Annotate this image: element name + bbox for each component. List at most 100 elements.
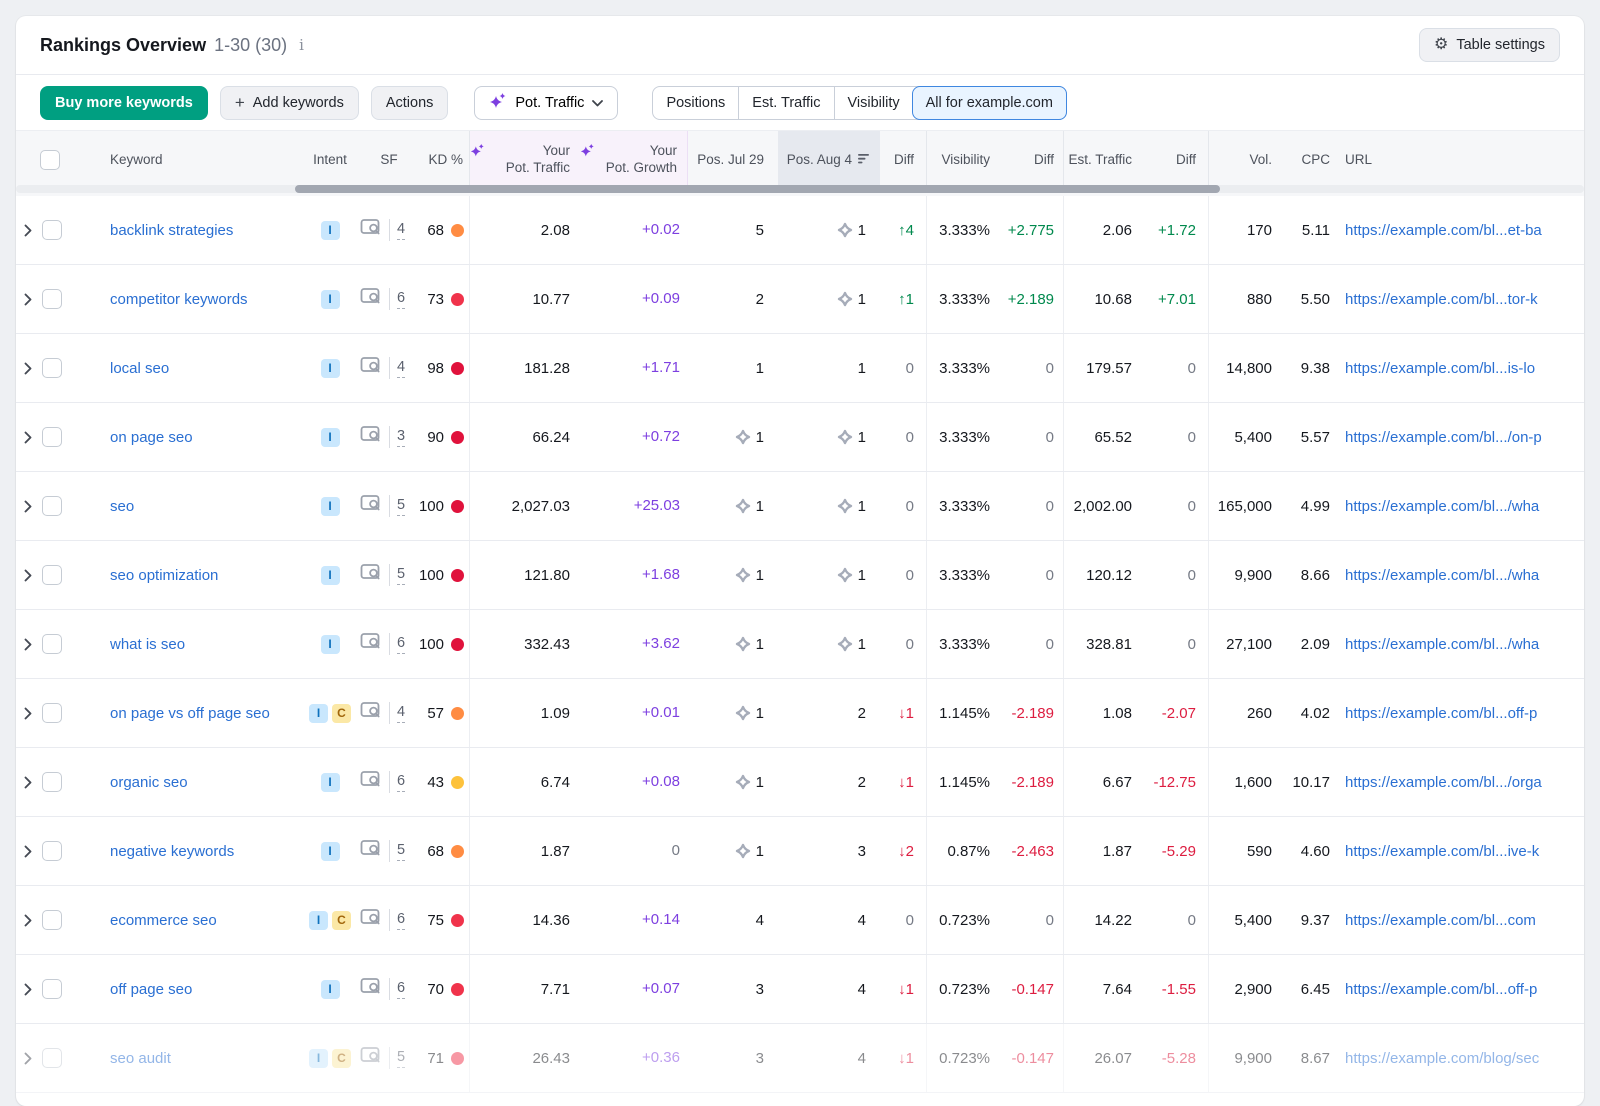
url-link[interactable]: https://example.com/bl...et-ba [1333,222,1584,239]
row-expand-button[interactable] [16,1024,40,1092]
url-link[interactable]: https://example.com/bl.../wha [1333,636,1584,653]
visibility-diff-cell: +2.775 [1002,196,1064,264]
keyword-link[interactable]: seo [100,498,305,515]
row-checkbox[interactable] [42,427,62,447]
row-expand-button[interactable] [16,955,40,1023]
sf-count[interactable]: 4 [397,220,405,240]
url-link[interactable]: https://example.com/bl...tor-k [1333,291,1584,308]
sf-count[interactable]: 5 [397,565,405,585]
row-expand-button[interactable] [16,472,40,540]
keyword-link[interactable]: local seo [100,360,305,377]
tab-all-for-example-com[interactable]: All for example.com [912,86,1067,120]
column-header-pot-traffic[interactable]: YourPot. Traffic [470,131,580,189]
actions-button[interactable]: Actions [371,86,449,120]
row-expand-button[interactable] [16,679,40,747]
keyword-link[interactable]: on page seo [100,429,305,446]
column-header-kd[interactable]: KD % [423,131,470,189]
keyword-link[interactable]: ecommerce seo [100,912,305,929]
column-header-sf[interactable]: SF [355,152,423,169]
row-expand-button[interactable] [16,541,40,609]
sf-count[interactable]: 6 [397,634,405,654]
url-link[interactable]: https://example.com/bl...off-p [1333,705,1584,722]
url-link[interactable]: https://example.com/bl...off-p [1333,981,1584,998]
column-header-cpc[interactable]: CPC [1277,152,1333,169]
buy-more-keywords-button[interactable]: Buy more keywords [40,86,208,120]
url-link[interactable]: https://example.com/bl...is-lo [1333,360,1584,377]
row-expand-button[interactable] [16,748,40,816]
sf-count[interactable]: 5 [397,496,405,516]
row-checkbox[interactable] [42,496,62,516]
keyword-link[interactable]: on page vs off page seo [100,705,305,722]
row-checkbox[interactable] [42,220,62,240]
select-all-checkbox[interactable] [40,150,60,170]
column-header-diff-pos[interactable]: Diff [880,131,927,189]
sf-count[interactable]: 5 [397,1048,405,1068]
tab-visibility[interactable]: Visibility [834,87,913,119]
keyword-link[interactable]: seo optimization [100,567,305,584]
url-link[interactable]: https://example.com/bl.../on-p [1333,429,1584,446]
row-checkbox[interactable] [42,979,62,999]
column-header-pot-growth[interactable]: YourPot. Growth [580,131,688,189]
keyword-link[interactable]: organic seo [100,774,305,791]
row-checkbox[interactable] [42,289,62,309]
row-checkbox-wrap [40,772,64,792]
column-header-diff-visibility[interactable]: Diff [1002,131,1064,189]
sf-count[interactable]: 5 [397,841,405,861]
sf-count[interactable]: 6 [397,772,405,792]
row-expand-button[interactable] [16,265,40,333]
row-expand-button[interactable] [16,196,40,264]
keyword-link[interactable]: backlink strategies [100,222,305,239]
column-header-visibility[interactable]: Visibility [927,152,1002,169]
keyword-link[interactable]: off page seo [100,981,305,998]
column-header-url[interactable]: URL [1333,152,1584,169]
row-checkbox[interactable] [42,910,62,930]
keyword-link[interactable]: seo audit [100,1050,305,1067]
serp-features-icon-wrap [360,701,382,725]
horizontal-scrollbar-thumb[interactable] [295,185,1220,193]
row-checkbox[interactable] [42,841,62,861]
sf-count[interactable]: 6 [397,910,405,930]
row-expand-button[interactable] [16,610,40,678]
row-checkbox[interactable] [42,358,62,378]
buy-more-keywords-label: Buy more keywords [55,95,193,111]
kd-difficulty-dot [451,431,464,444]
url-link[interactable]: https://example.com/bl.../wha [1333,498,1584,515]
row-expand-button[interactable] [16,403,40,471]
info-icon[interactable]: i [299,36,304,54]
row-expand-button[interactable] [16,886,40,954]
row-expand-button[interactable] [16,334,40,402]
column-header-vol[interactable]: Vol. [1209,152,1277,169]
url-link[interactable]: https://example.com/bl.../orga [1333,774,1584,791]
tab-positions[interactable]: Positions [653,87,738,119]
row-expand-button[interactable] [16,817,40,885]
expand-chevron-icon [24,224,32,237]
row-checkbox[interactable] [42,772,62,792]
row-checkbox[interactable] [42,703,62,723]
metric-dropdown[interactable]: Pot. Traffic [474,86,618,120]
keyword-link[interactable]: what is seo [100,636,305,653]
column-header-keyword[interactable]: Keyword [100,152,305,169]
sf-count[interactable]: 6 [397,289,405,309]
keyword-link[interactable]: negative keywords [100,843,305,860]
tab-est-traffic[interactable]: Est. Traffic [738,87,833,119]
column-header-pos-jul29[interactable]: Pos. Jul 29 [688,152,778,169]
url-link[interactable]: https://example.com/bl.../wha [1333,567,1584,584]
pos-diff-value: 0 [906,636,914,653]
column-header-diff-est-traffic[interactable]: Diff [1140,131,1209,189]
row-checkbox[interactable] [42,1048,62,1068]
row-checkbox[interactable] [42,565,62,585]
add-keywords-button[interactable]: + Add keywords [220,86,359,120]
sf-count[interactable]: 4 [397,703,405,723]
url-link[interactable]: https://example.com/bl...ive-k [1333,843,1584,860]
sf-count[interactable]: 3 [397,427,405,447]
column-header-intent[interactable]: Intent [305,152,355,169]
sf-count[interactable]: 4 [397,358,405,378]
column-header-pos-aug4[interactable]: Pos. Aug 4 [778,131,880,189]
column-header-est-traffic[interactable]: Est. Traffic [1064,152,1140,169]
keyword-link[interactable]: competitor keywords [100,291,305,308]
row-checkbox[interactable] [42,634,62,654]
table-settings-button[interactable]: ⚙ Table settings [1419,28,1560,62]
sf-count[interactable]: 6 [397,979,405,999]
url-link[interactable]: https://example.com/bl...com [1333,912,1584,929]
url-link[interactable]: https://example.com/blog/sec [1333,1050,1584,1067]
